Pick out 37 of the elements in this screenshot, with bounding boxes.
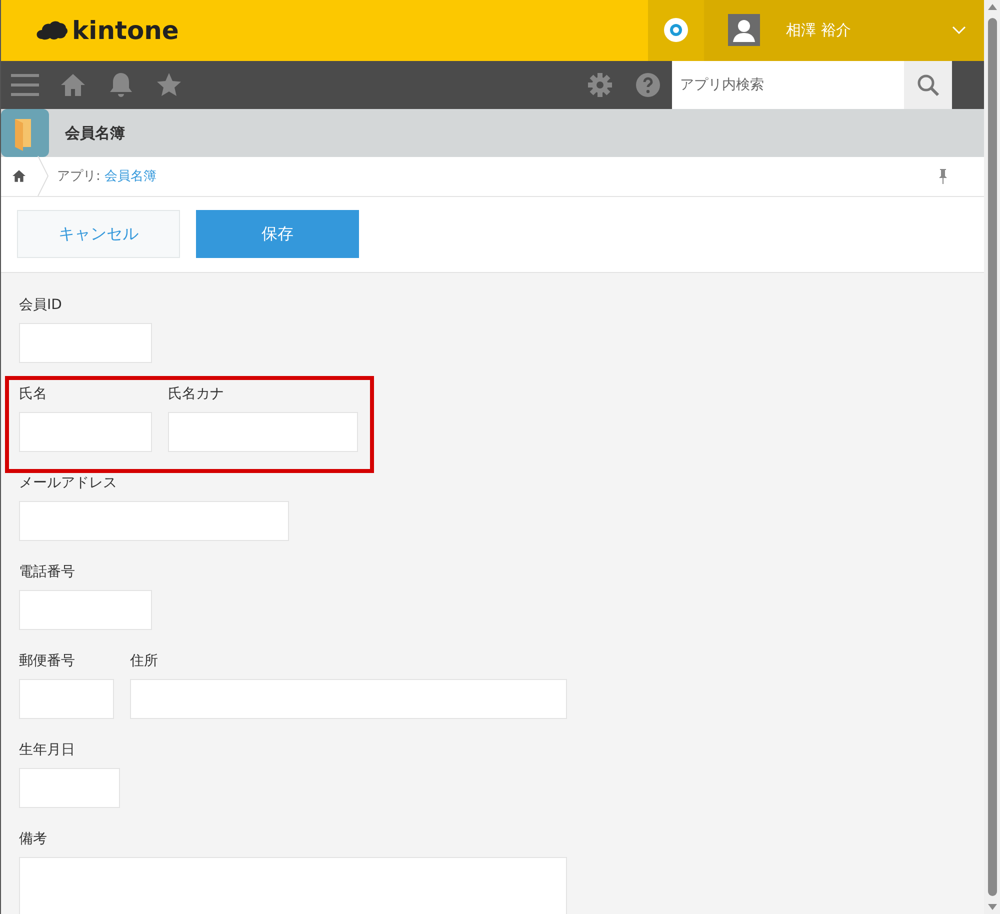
scrollbar-thumb[interactable] [988, 18, 996, 896]
save-button[interactable]: 保存 [196, 210, 359, 258]
chevron-down-icon[interactable] [952, 26, 966, 34]
home-icon[interactable] [12, 169, 26, 184]
input-field[interactable] [19, 679, 114, 719]
app-logo-text: kintone [72, 14, 179, 47]
breadcrumb-link[interactable]: 会員名簿 [104, 166, 156, 186]
app-folder-icon [1, 108, 49, 157]
logo-cloud-icon [36, 19, 68, 42]
scroll-up-icon[interactable] [988, 4, 996, 10]
user-name[interactable]: 相澤 裕介 [786, 19, 926, 42]
field-label: 氏名カナ [168, 385, 225, 404]
field-label: 電話番号 [19, 563, 76, 582]
input-field[interactable] [19, 501, 289, 541]
field-label: 氏名 [19, 385, 48, 404]
breadcrumb-label: アプリ: [57, 168, 100, 186]
field-label: 住所 [130, 652, 159, 671]
field-label: メールアドレス [19, 474, 118, 493]
field-label: 郵便番号 [19, 652, 76, 671]
input-field[interactable] [19, 590, 152, 630]
input-field[interactable] [19, 412, 152, 452]
search-icon [916, 72, 940, 97]
notification-ring-icon[interactable] [663, 17, 689, 44]
input-field[interactable] [19, 323, 152, 363]
app-title: 会員名簿 [65, 122, 125, 144]
pin-icon[interactable] [938, 168, 948, 184]
input-field[interactable] [19, 768, 120, 808]
input-field[interactable] [168, 412, 358, 452]
user-avatar-icon [728, 14, 760, 46]
field-label: 会員ID [19, 296, 63, 315]
search-field[interactable]: アプリ内検索 [672, 60, 904, 109]
field-label: 備考 [19, 830, 48, 849]
search-button[interactable] [904, 60, 952, 109]
scroll-down-icon[interactable] [988, 904, 996, 910]
field-label: 生年月日 [19, 741, 76, 760]
input-field[interactable] [130, 679, 567, 719]
cancel-button[interactable]: キャンセル [17, 210, 180, 258]
